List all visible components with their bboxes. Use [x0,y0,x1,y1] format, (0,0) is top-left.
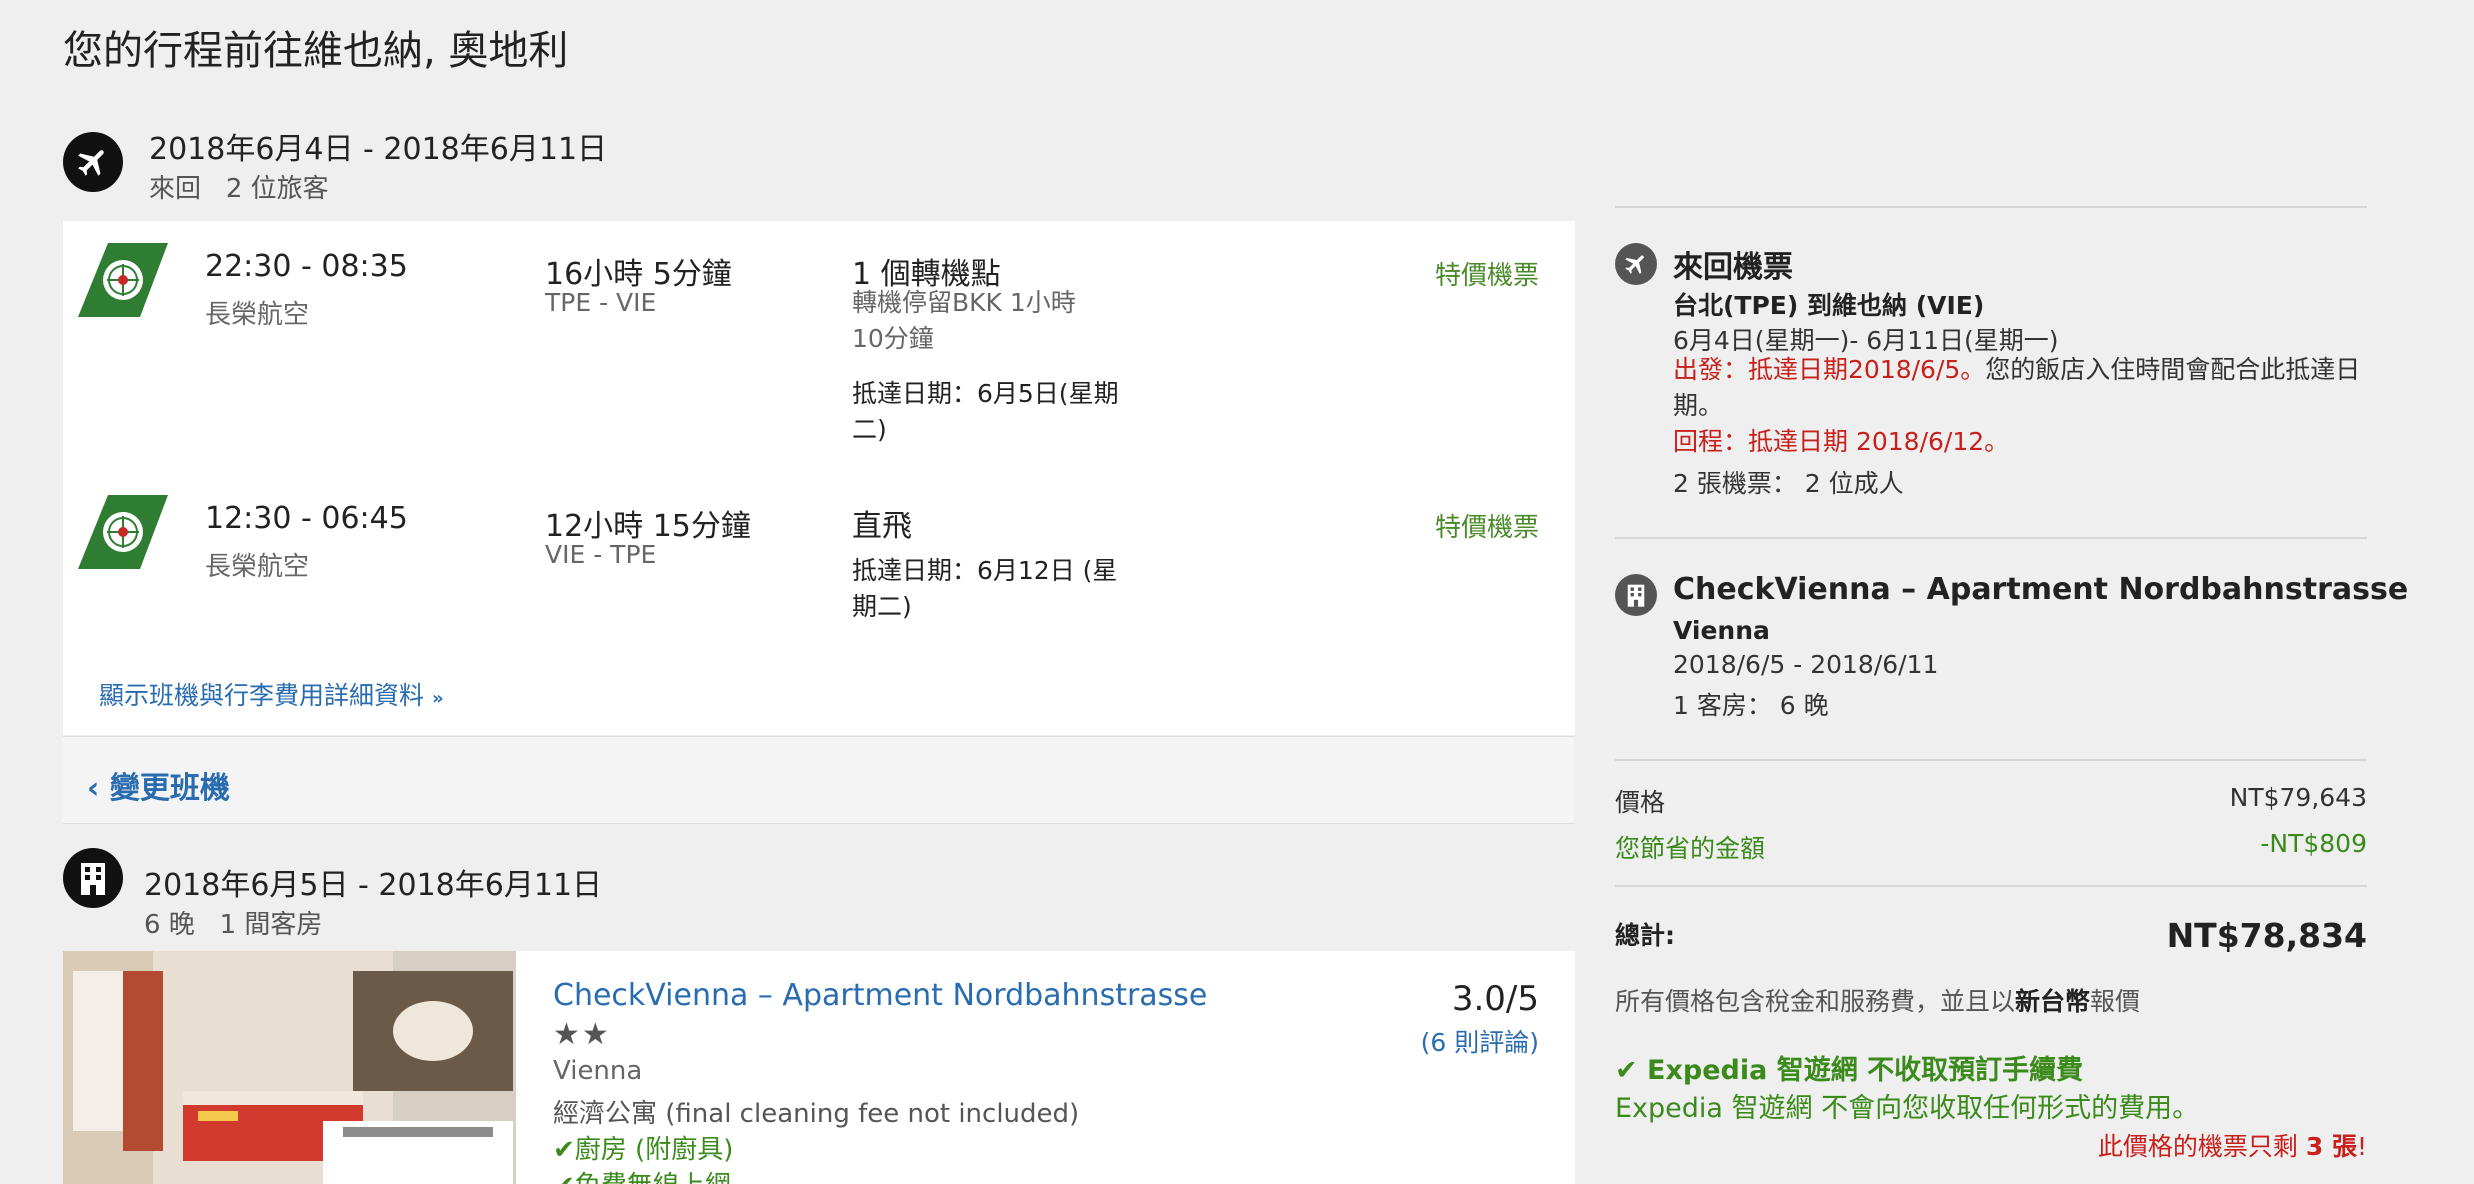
leg-duration: 16小時 5分鐘 [545,257,732,292]
checkmark-icon: ✔ [1615,1055,1638,1086]
hotel-reviews-link[interactable]: (6 則評論) [1421,1023,1539,1059]
leg-times: 22:30 - 08:35 [205,249,408,284]
flight-card: 22:30 - 08:35 長榮航空 16小時 5分鐘 TPE - VIE 1 … [63,221,1575,735]
leg-route: TPE - VIE [545,288,657,317]
return-label: 回程： [1673,427,1749,456]
trip-type: 來回 2 位旅客 [149,168,329,205]
savings-label: 您節省的金額 [1615,834,1766,863]
amenity-item: ✔廚房 (附廚具) [553,1129,733,1166]
change-flight-bar: ‹ 變更班機 [63,736,1575,824]
traveler-count: 2 位旅客 [225,174,329,204]
checkmark-icon: ✔ [553,1135,575,1165]
details-link-label: 顯示班機與行李費用詳細資料 [99,681,425,710]
amenity-label: 免費無線上網 [575,1171,731,1184]
total-value: NT$78,834 [2166,916,2367,955]
flight-details-link[interactable]: 顯示班機與行李費用詳細資料 » [99,676,444,712]
divider [1615,885,2367,887]
return-arrival-note: 回程：抵達日期 2018/6/12。 [1673,424,2373,460]
leg-arrival: 抵達日期：6月12日 (星期二) [852,556,1118,621]
hotel-photo[interactable] [63,951,516,1184]
hotel-stay-info: 6 晚 1 間客房 [144,904,322,941]
summary-hotel-dates: 2018/6/5 - 2018/6/11 [1673,650,1939,679]
summary-hotel-city: Vienna [1673,616,1770,645]
no-fee-text: Expedia 智遊網 不會向您收取任何形式的費用。 [1615,1093,2200,1124]
hotel-type: 經濟公寓 (final cleaning fee not included) [553,1099,1080,1129]
hotel-rooms: 1 間客房 [219,910,323,940]
leg-airline: 長榮航空 [205,552,310,582]
leg-duration: 12小時 15分鐘 [545,509,751,544]
seats-count: 3 張 [2305,1132,2357,1161]
leg-stops: 直飛 [852,509,912,544]
price-note-suffix: 報價 [2090,987,2141,1016]
summary-flight-title: 來回機票 [1673,250,1793,285]
change-flight-button[interactable]: ‹ 變更班機 [87,763,230,807]
price-note-prefix: 所有價格包含稅金和服務費，並且以 [1615,987,2016,1016]
airplane-icon [1615,243,1657,285]
leg-arrival: 抵達日期：6月5日(星期二) [852,379,1119,444]
building-icon [1615,574,1657,616]
return-date: 抵達日期 2018/6/12。 [1748,427,2010,456]
hotel-city: Vienna [553,1056,643,1086]
flight-dates: 2018年6月4日 - 2018年6月11日 [149,132,608,167]
summary-hotel-name: CheckVienna – Apartment Nordbahnstrasse [1673,572,2409,607]
total-label: 總計: [1615,921,1675,950]
hotel-star-rating: ★★ [553,1017,611,1052]
price-note: 所有價格包含稅金和服務費，並且以新台幣報價 [1615,982,2140,1018]
no-fee-title: Expedia 智遊網 不收取預訂手續費 [1647,1055,2084,1086]
price-label: 價格 [1615,788,1666,817]
amenity-label: 廚房 (附廚具) [574,1135,734,1165]
building-icon [63,848,123,908]
deal-badge: 特價機票 [1434,261,1539,291]
change-flight-label: 變更班機 [109,771,230,806]
leg-layover: 轉機停留BKK 1小時 10分鐘 [852,288,1076,353]
eva-air-logo [78,243,168,317]
outbound-date: 抵達日期2018/6/5。 [1748,355,1986,384]
amenity-item: ✔免費無線上網 [553,1165,731,1184]
summary-hotel-rooms: 1 客房： 6 晚 [1673,691,1829,720]
airplane-icon [63,132,123,192]
leg-airline: 長榮航空 [205,300,310,330]
summary-flight-route: 台北(TPE) 到維也納 (VIE) [1673,291,1985,320]
deal-badge: 特價機票 [1434,513,1539,543]
eva-air-logo [78,495,168,569]
chevron-left-icon: ‹ [87,771,100,806]
no-fee-heading: ✔ Expedia 智遊網 不收取預訂手續費 [1615,1048,2083,1087]
savings-value: -NT$809 [2260,829,2367,858]
checkmark-icon: ✔ [553,1171,575,1184]
trip-type-label: 來回 [149,174,202,204]
hotel-rating: 3.0/5 [1451,979,1539,1019]
seats-remaining: 此價格的機票只剩 3 張! [2098,1127,2367,1163]
double-chevron-down-icon: » [431,688,444,709]
hotel-dates: 2018年6月5日 - 2018年6月11日 [144,868,603,903]
divider [1615,537,2367,539]
hotel-nights: 6 晚 [144,910,195,940]
outbound-label: 出發： [1673,355,1749,384]
hotel-card: CheckVienna – Apartment Nordbahnstrasse … [63,951,1575,1184]
summary-tickets: 2 張機票： 2 位成人 [1673,469,1904,498]
seats-prefix: 此價格的機票只剩 [2097,1132,2306,1161]
divider [1615,206,2367,208]
seats-suffix: ! [2356,1132,2367,1161]
price-note-currency: 新台幣 [2015,987,2091,1016]
hotel-name-link[interactable]: CheckVienna – Apartment Nordbahnstrasse [553,978,1207,1013]
price-value: NT$79,643 [2229,783,2367,812]
leg-route: VIE - TPE [545,540,657,569]
leg-times: 12:30 - 06:45 [205,501,408,536]
divider [1615,759,2367,761]
page-title: 您的行程前往維也納, 奧地利 [63,28,569,74]
outbound-arrival-note: 出發：抵達日期2018/6/5。您的飯店入住時間會配合此抵達日期。 [1673,352,2373,424]
